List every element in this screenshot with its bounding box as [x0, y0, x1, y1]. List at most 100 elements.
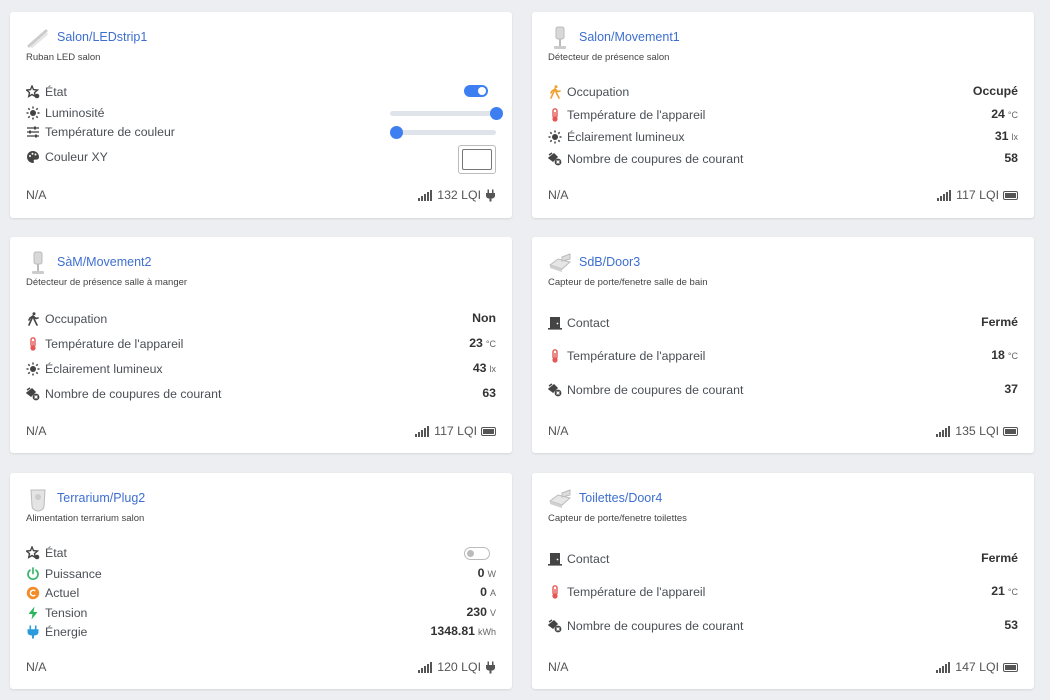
lqi-value: 117 LQI [434, 424, 477, 438]
row-label: Puissance [45, 567, 102, 581]
lqi-value: 147 LQI [955, 660, 999, 674]
door-icon [548, 317, 562, 330]
device-title-link[interactable]: Salon/LEDstrip1 [57, 30, 147, 44]
smart-plug-thumbnail-icon [30, 489, 46, 512]
row-coupures: Nombre de coupures de courant 53 [548, 616, 1018, 636]
row-temperature-couleur: Température de couleur [26, 122, 496, 142]
row-contact: Contact Fermé [548, 549, 1018, 569]
row-value: 0W [477, 566, 496, 580]
last-seen-status: N/A [26, 660, 47, 674]
lqi-value: 135 LQI [955, 424, 999, 438]
row-eclairement: Éclairement lumineux 43 lx [26, 359, 496, 379]
row-contact: Contact Fermé [548, 313, 1018, 333]
last-seen-status: N/A [548, 188, 569, 202]
device-card-ledstrip1: Salon/LEDstrip1 Ruban LED salon État Lum… [10, 12, 512, 218]
row-label: Éclairement lumineux [567, 130, 685, 144]
row-value: 31 lx [994, 129, 1018, 143]
last-seen-status: N/A [26, 424, 47, 438]
lqi-indicator: 117 LQI [415, 424, 496, 438]
color-picker-swatch[interactable] [458, 145, 496, 174]
current-icon [26, 586, 40, 600]
row-temperature: Température de l'appareil 23 °C [26, 334, 496, 354]
row-value: Non [472, 311, 496, 325]
row-label: Énergie [45, 625, 88, 639]
row-label: Température de l'appareil [45, 337, 184, 351]
lqi-value: 117 LQI [956, 188, 999, 202]
row-value: Fermé [981, 551, 1018, 565]
card-footer: N/A 120 LQI [26, 658, 496, 678]
row-label: Nombre de coupures de courant [45, 387, 222, 401]
lqi-value: 120 LQI [437, 660, 481, 674]
row-value: 1348.81 kWh [430, 624, 496, 638]
row-value: Occupé [972, 84, 1018, 98]
row-eclairement: Éclairement lumineux 31 lx [548, 127, 1018, 147]
color-temperature-slider[interactable] [390, 126, 496, 139]
signal-bars-icon [936, 425, 951, 437]
signal-bars-icon [936, 661, 951, 673]
row-label: Occupation [567, 85, 630, 99]
device-card-movement2: SàM/Movement2 Détecteur de présence sall… [10, 237, 512, 453]
state-toggle[interactable] [464, 547, 490, 560]
row-temperature: Température de l'appareil 24 °C [548, 105, 1018, 125]
row-etat: État [26, 543, 496, 563]
row-value: 58 [1004, 151, 1018, 165]
row-label: Nombre de coupures de courant [567, 152, 744, 166]
device-description: Détecteur de présence salle à manger [26, 277, 188, 288]
row-label: État [45, 85, 67, 99]
row-occupation: Occupation Occupé [548, 82, 1018, 102]
battery-icon [1003, 426, 1018, 436]
row-value: 37 [1004, 382, 1018, 396]
door-sensor-thumbnail-icon [548, 253, 572, 272]
star-toggle-icon [26, 546, 40, 560]
walking-person-icon [28, 312, 39, 326]
lqi-indicator: 117 LQI [937, 188, 1018, 202]
lqi-indicator: 147 LQI [936, 660, 1018, 674]
plug-icon [486, 661, 495, 673]
walking-person-icon [550, 85, 561, 99]
device-title-link[interactable]: Terrarium/Plug2 [57, 491, 145, 505]
row-coupures: Nombre de coupures de courant 63 [26, 384, 496, 404]
palette-icon [27, 151, 39, 163]
last-seen-status: N/A [26, 188, 47, 202]
device-card-plug2: Terrarium/Plug2 Alimentation terrarium s… [10, 473, 512, 689]
color-temperature-slider-knob[interactable] [390, 126, 403, 139]
device-description: Capteur de porte/fenetre salle de bain [548, 277, 708, 288]
card-footer: N/A 147 LQI [548, 658, 1018, 678]
motion-sensor-thumbnail-icon [32, 251, 44, 274]
row-value: 18 °C [991, 348, 1018, 362]
card-header: Salon/LEDstrip1 Ruban LED salon [26, 28, 496, 74]
device-title-link[interactable]: SdB/Door3 [579, 255, 640, 269]
row-label: Tension [45, 606, 88, 620]
lqi-indicator: 135 LQI [936, 424, 1018, 438]
device-description: Ruban LED salon [26, 52, 101, 63]
sliders-icon [27, 126, 39, 138]
state-toggle[interactable] [464, 85, 488, 97]
card-header: SdB/Door3 Capteur de porte/fenetre salle… [548, 253, 1018, 299]
device-title-link[interactable]: Salon/Movement1 [579, 30, 680, 44]
motion-sensor-thumbnail-icon [554, 26, 566, 49]
brightness-icon [26, 106, 40, 120]
device-title-link[interactable]: Toilettes/Door4 [579, 491, 662, 505]
device-description: Alimentation terrarium salon [26, 513, 145, 524]
row-value: 230 V [466, 605, 496, 619]
card-footer: N/A 132 LQI [26, 186, 496, 206]
device-description: Détecteur de présence salon [548, 52, 670, 63]
brightness-slider-knob[interactable] [490, 107, 503, 120]
row-couleur-xy: Couleur XY [26, 145, 496, 174]
row-tension: Tension 230 V [26, 603, 496, 623]
signal-bars-icon [418, 189, 433, 201]
card-header: Toilettes/Door4 Capteur de porte/fenetre… [548, 489, 1018, 535]
card-header: SàM/Movement2 Détecteur de présence sall… [26, 251, 496, 299]
row-label: Température de l'appareil [567, 585, 706, 599]
card-header: Salon/Movement1 Détecteur de présence sa… [548, 26, 1018, 74]
row-temperature: Température de l'appareil 21 °C [548, 582, 1018, 602]
brightness-slider[interactable] [390, 107, 503, 120]
row-value: 63 [482, 386, 496, 400]
battery-icon [1003, 190, 1018, 200]
row-value: Fermé [981, 315, 1018, 329]
signal-bars-icon [937, 189, 952, 201]
row-energie: Énergie 1348.81 kWh [26, 622, 496, 642]
row-luminosite: Luminosité [26, 103, 503, 123]
lqi-value: 132 LQI [437, 188, 481, 202]
device-title-link[interactable]: SàM/Movement2 [57, 255, 151, 269]
